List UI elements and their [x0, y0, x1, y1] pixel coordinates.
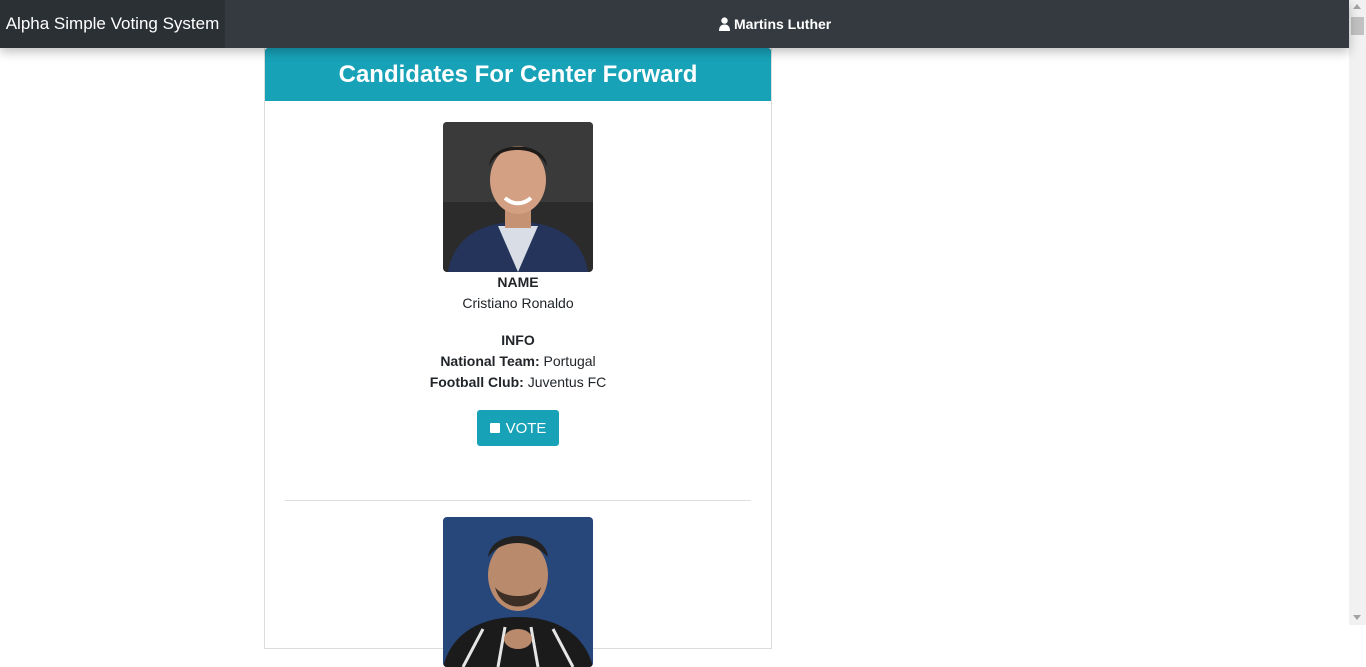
- candidate-divider: [285, 500, 751, 501]
- user-name: Martins Luther: [734, 16, 832, 32]
- football-club-value: Juventus FC: [527, 374, 607, 390]
- football-club-label: Football Club:: [429, 374, 524, 390]
- name-label: NAME: [497, 274, 539, 290]
- scroll-thumb[interactable]: [1351, 17, 1364, 35]
- candidates-card: Candidates For Center Forward NAME Crist…: [264, 48, 772, 667]
- candidate-photo: [443, 122, 593, 272]
- candidate-item: [265, 517, 771, 667]
- candidate-item: NAME Cristiano Ronaldo INFO National Tea…: [265, 122, 771, 446]
- top-navbar: Alpha Simple Voting System Martins Luthe…: [0, 0, 1349, 48]
- brand-link[interactable]: Alpha Simple Voting System: [0, 0, 225, 48]
- user-icon: [719, 17, 730, 31]
- national-team-value: Portugal: [543, 353, 596, 369]
- candidate-photo: [443, 517, 593, 667]
- vote-button[interactable]: VOTE: [476, 410, 560, 446]
- scroll-up-arrow-icon[interactable]: [1353, 4, 1361, 9]
- candidate-name: Cristiano Ronaldo: [462, 295, 574, 311]
- vote-label: VOTE: [505, 419, 547, 437]
- page-scrollbar[interactable]: [1349, 0, 1366, 625]
- checkbox-icon: [489, 423, 500, 433]
- scroll-down-arrow-icon[interactable]: [1353, 615, 1361, 620]
- info-label: INFO: [501, 332, 535, 348]
- card-title: Candidates For Center Forward: [265, 48, 771, 101]
- user-menu[interactable]: Martins Luther: [719, 0, 831, 48]
- football-club-line: Football Club: Juventus FC: [265, 372, 771, 393]
- national-team-line: National Team: Portugal: [265, 351, 771, 372]
- national-team-label: National Team:: [440, 353, 540, 369]
